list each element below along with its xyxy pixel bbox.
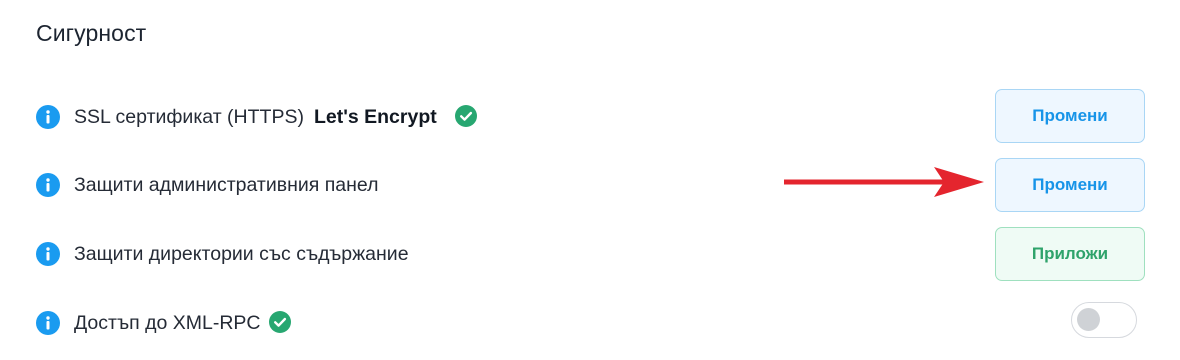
admin-panel-change-button[interactable]: Промени xyxy=(995,158,1145,212)
section-title: Сигурност xyxy=(36,20,147,46)
info-icon[interactable] xyxy=(36,173,60,197)
info-icon[interactable] xyxy=(36,242,60,266)
info-icon[interactable] xyxy=(36,311,60,335)
check-circle-icon xyxy=(454,105,477,127)
xmlrpc-label-text: Достъп до XML-RPC xyxy=(74,312,261,334)
setting-row-xmlrpc: Достъп до XML-RPC xyxy=(0,302,1180,342)
red-arrow-icon xyxy=(784,167,984,197)
check-circle-icon xyxy=(268,311,291,333)
setting-label-xmlrpc: Достъп до XML-RPC xyxy=(74,311,291,335)
content-dirs-apply-button[interactable]: Приложи xyxy=(995,227,1145,281)
ssl-provider-value: Let's Encrypt xyxy=(313,106,437,128)
ssl-label-text: SSL сертификат (HTTPS) xyxy=(74,106,304,128)
ssl-change-button[interactable]: Промени xyxy=(995,89,1145,143)
setting-label-ssl: SSL сертификат (HTTPS) Let's Encrypt xyxy=(74,105,477,129)
toggle-knob xyxy=(1077,308,1100,331)
info-icon[interactable] xyxy=(36,105,60,129)
xmlrpc-toggle[interactable] xyxy=(1071,302,1137,338)
setting-label-content-dirs: Защити директории със съдържание xyxy=(74,243,409,265)
setting-label-admin-panel: Защити административния панел xyxy=(74,174,379,196)
